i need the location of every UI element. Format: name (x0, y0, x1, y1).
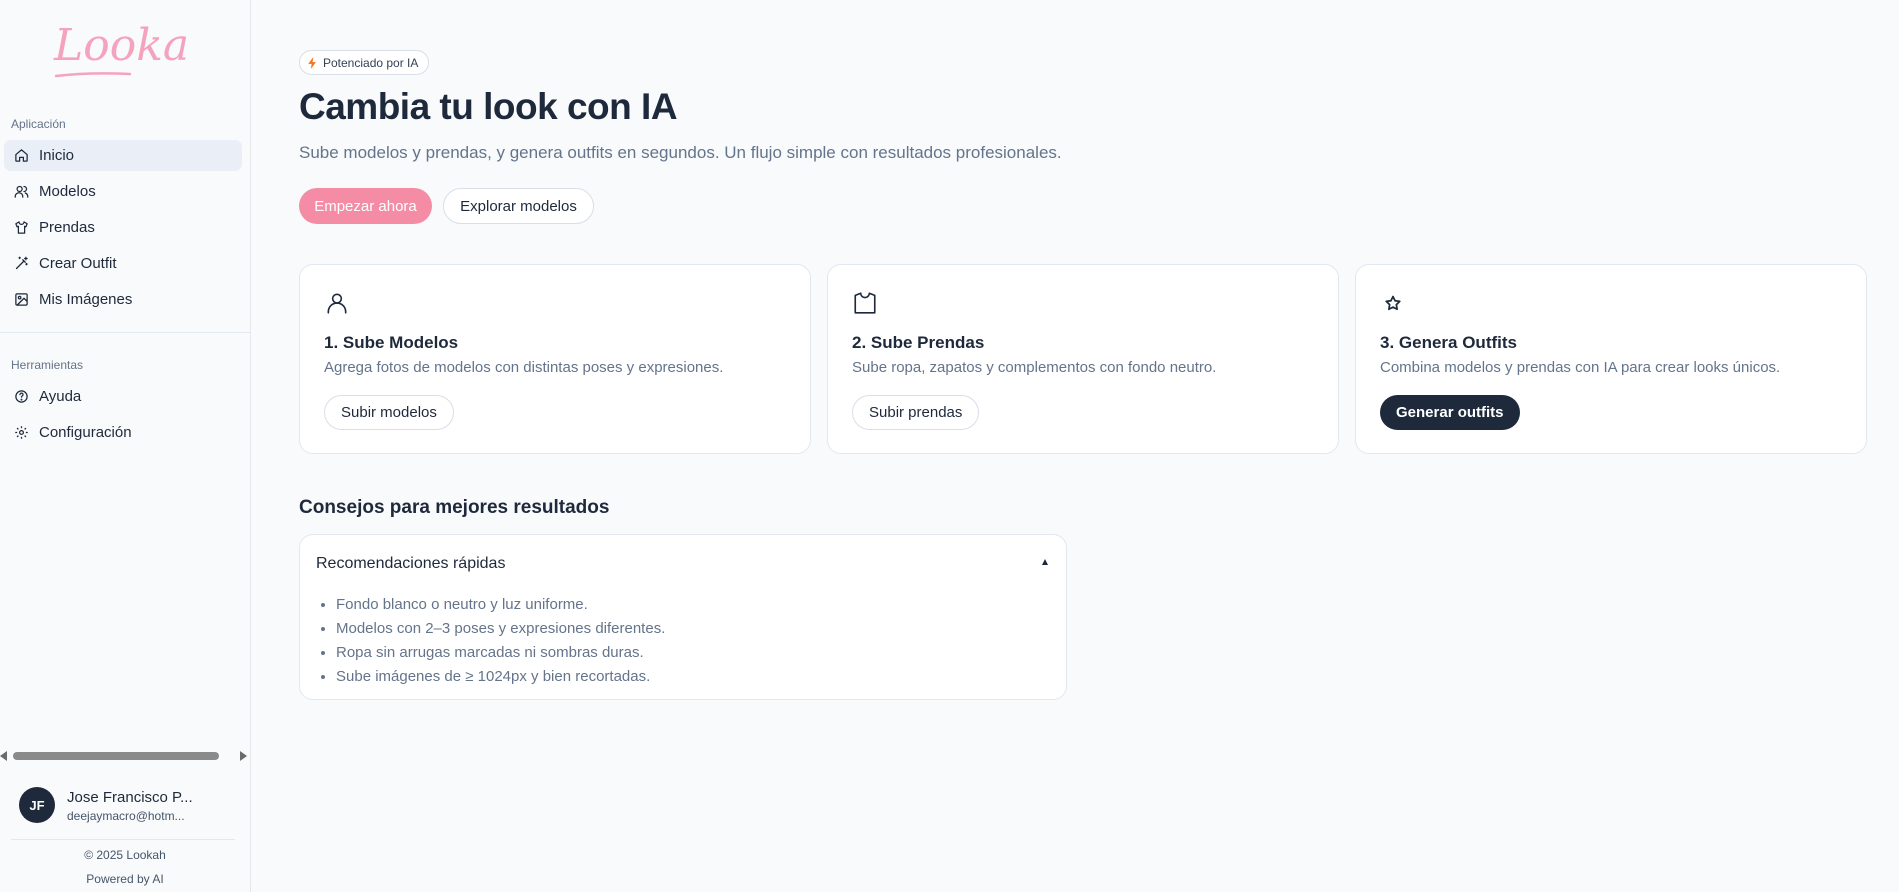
sidebar-item-prendas[interactable]: Prendas (4, 212, 242, 243)
sidebar-item-label: Ayuda (39, 388, 82, 405)
sidebar-item-label: Mis Imágenes (39, 291, 133, 308)
footer-copyright: © 2025 Lookah (84, 848, 166, 862)
avatar[interactable]: JF (19, 787, 55, 823)
accordion-header[interactable]: Recomendaciones rápidas (316, 555, 505, 573)
tips-section-title: Consejos para mejores resultados (299, 497, 610, 518)
user-profile[interactable]: JF Jose Francisco P... deejaymacro@hotm.… (19, 787, 239, 825)
card-title: 3. Genera Outfits (1380, 333, 1517, 352)
lookah-logo[interactable]: Lookah (50, 18, 217, 86)
help-circle-icon (12, 388, 30, 406)
sidebar-item-ayuda[interactable]: Ayuda (4, 381, 242, 412)
settings-icon (12, 424, 30, 442)
footer-powered: Powered by AI (86, 872, 164, 886)
card-description: Agrega fotos de modelos con distintas po… (324, 359, 724, 376)
sidebar: Lookah Aplicación Inicio Modelos Prendas… (0, 0, 251, 892)
group-label-app: Aplicación (11, 117, 66, 131)
scroll-left-arrow-icon[interactable] (0, 751, 7, 761)
card-title: 2. Sube Prendas (852, 333, 985, 352)
sidebar-item-crear-outfit[interactable]: Crear Outfit (4, 248, 242, 279)
group-label-tools: Herramientas (11, 358, 84, 372)
card-description: Combina modelos y prendas con IA para cr… (1380, 359, 1781, 376)
shirt-icon (852, 290, 878, 316)
card-description: Sube ropa, zapatos y complementos con fo… (852, 359, 1217, 376)
home-icon (12, 147, 30, 165)
card-title: 1. Sube Modelos (324, 333, 459, 352)
sidebar-divider (0, 332, 250, 333)
sidebar-item-configuracion[interactable]: Configuración (4, 417, 242, 448)
page-title: Cambia tu look con IA (299, 86, 678, 127)
list-item: Sube imágenes de ≥ 1024px y bien recorta… (336, 665, 665, 689)
start-now-button[interactable]: Empezar ahora (299, 188, 432, 224)
scrollbar-thumb[interactable] (13, 752, 219, 760)
badge-label: Potenciado por IA (323, 55, 419, 70)
chevron-up-icon[interactable] (1042, 559, 1048, 565)
user-email: deejaymacro@hotm... (67, 809, 185, 823)
image-icon (12, 291, 30, 309)
sidebar-item-label: Configuración (39, 424, 132, 441)
shirt-icon (12, 219, 30, 237)
step-card-models: 1. Sube Modelos Agrega fotos de modelos … (299, 264, 811, 454)
sidebar-item-label: Crear Outfit (39, 255, 117, 272)
footer-divider (11, 839, 235, 840)
sidebar-item-mis-imagenes[interactable]: Mis Imágenes (4, 284, 242, 315)
user-icon (324, 290, 350, 316)
list-item: Ropa sin arrugas marcadas ni sombras dur… (336, 641, 665, 665)
upload-garments-button[interactable]: Subir prendas (852, 395, 980, 430)
svg-text:Lookah: Lookah (53, 20, 190, 71)
list-item: Modelos con 2–3 poses y expresiones dife… (336, 617, 665, 641)
step-card-garments: 2. Sube Prendas Sube ropa, zapatos y com… (827, 264, 1339, 454)
magic-wand-icon (12, 255, 30, 273)
sidebar-item-inicio[interactable]: Inicio (4, 140, 242, 171)
users-icon (12, 183, 30, 201)
list-item: Fondo blanco o neutro y luz uniforme. (336, 593, 665, 617)
star-icon (1380, 290, 1406, 316)
tips-list: Fondo blanco o neutro y luz uniforme. Mo… (336, 593, 665, 689)
generate-outfits-button[interactable]: Generar outfits (1380, 395, 1520, 430)
step-card-outfits: 3. Genera Outfits Combina modelos y pren… (1355, 264, 1867, 454)
lightning-icon (308, 56, 316, 69)
explore-models-button[interactable]: Explorar modelos (443, 188, 594, 224)
sidebar-horizontal-scrollbar[interactable] (0, 750, 251, 762)
sidebar-item-label: Prendas (39, 219, 95, 236)
sidebar-item-label: Inicio (39, 147, 75, 164)
hero-subtitle: Sube modelos y prendas, y genera outfits… (299, 143, 1062, 162)
tips-accordion: Recomendaciones rápidas Fondo blanco o n… (299, 534, 1067, 700)
user-name: Jose Francisco P... (67, 789, 193, 806)
upload-models-button[interactable]: Subir modelos (324, 395, 454, 430)
ai-badge: Potenciado por IA (299, 50, 430, 75)
scroll-right-arrow-icon[interactable] (240, 751, 247, 761)
sidebar-item-label: Modelos (39, 183, 96, 200)
sidebar-item-modelos[interactable]: Modelos (4, 176, 242, 207)
